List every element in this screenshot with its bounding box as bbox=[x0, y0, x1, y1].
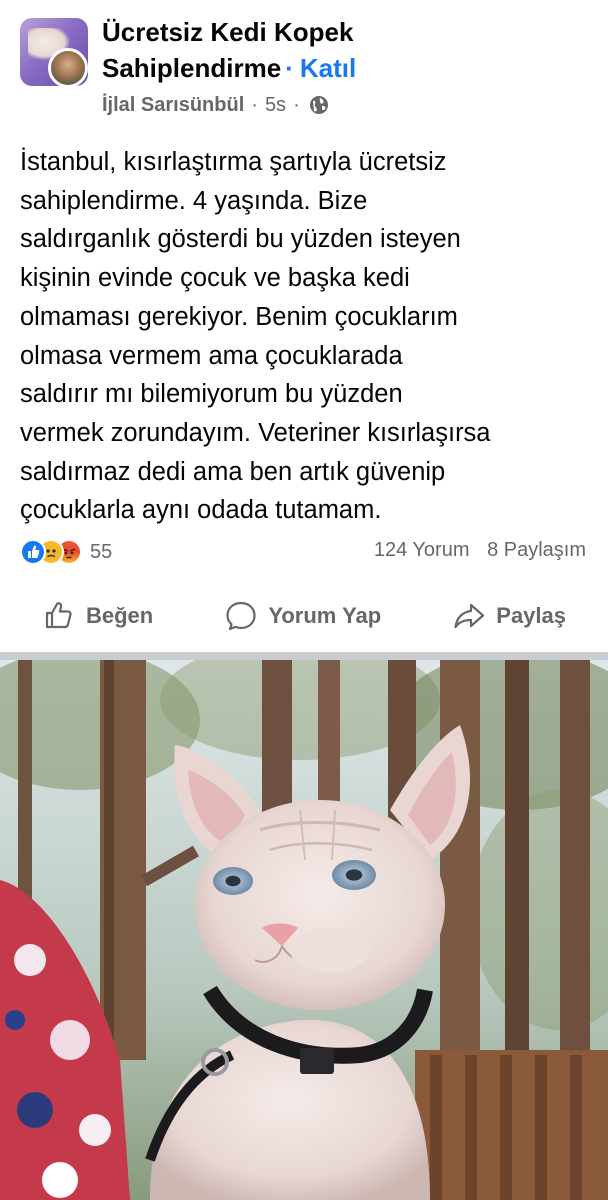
author-name[interactable]: İjlal Sarısünbül bbox=[102, 92, 244, 118]
join-group-button[interactable]: Katıl bbox=[300, 53, 356, 83]
comment-bubble-icon bbox=[226, 601, 256, 631]
like-reaction-icon bbox=[20, 539, 46, 565]
comment-count[interactable]: 124 Yorum bbox=[374, 539, 470, 561]
share-count[interactable]: 8 Paylaşım bbox=[487, 539, 586, 561]
section-divider bbox=[0, 652, 608, 660]
post-meta: İjlal Sarısünbül · 5s · bbox=[102, 92, 329, 118]
post-text-line: vermek zorundayım. Veteriner kısırlaşırs… bbox=[20, 418, 491, 447]
post-actions: Beğen Yorum Yap Paylaş bbox=[0, 592, 608, 640]
post-text-line: sahiplendirme. 4 yaşında. Bize bbox=[20, 186, 368, 215]
reaction-count[interactable]: 55 bbox=[90, 541, 112, 564]
author-avatar[interactable] bbox=[48, 48, 88, 88]
post-body: İstanbul, kısırlaştırma şartıyla ücretsi… bbox=[20, 143, 590, 530]
post-time[interactable]: 5s bbox=[265, 92, 286, 118]
thumbs-up-icon bbox=[45, 602, 72, 629]
comment-button-label: Yorum Yap bbox=[268, 603, 382, 628]
post-photo[interactable] bbox=[0, 660, 608, 1200]
group-name: Ücretsiz Kedi Kopek Sahiplendirme · Katıl bbox=[102, 14, 402, 86]
post-text-line: İstanbul, kısırlaştırma şartıyla ücretsi… bbox=[20, 148, 447, 176]
like-button[interactable]: Beğen bbox=[42, 592, 153, 640]
group-name-line2[interactable]: Sahiplendirme bbox=[102, 53, 281, 83]
sphynx-cat-photo bbox=[0, 660, 608, 1200]
group-name-line1[interactable]: Ücretsiz Kedi Kopek bbox=[102, 14, 402, 50]
post-text-line: kişinin evinde çocuk ve başka kedi bbox=[20, 264, 410, 293]
share-button[interactable]: Paylaş bbox=[452, 592, 566, 640]
post-text-line: saldırganlık gösterdi bu yüzden isteyen bbox=[20, 225, 461, 254]
post-stats: 55 124 Yorum 8 Paylaşım bbox=[0, 532, 608, 572]
share-arrow-icon bbox=[454, 603, 485, 629]
post-text-line: çocuklarla aynı odada tutamam. bbox=[20, 496, 382, 525]
comment-button[interactable]: Yorum Yap bbox=[224, 592, 381, 640]
post-text-line: olmasa vermem ama çocuklarada bbox=[20, 341, 403, 370]
meta-separator: · bbox=[293, 94, 300, 116]
share-button-label: Paylaş bbox=[496, 603, 566, 628]
post-text-line: olmaması gerekiyor. Benim çocuklarım bbox=[20, 302, 458, 331]
post-header: Ücretsiz Kedi Kopek Sahiplendirme · Katıl … bbox=[0, 0, 608, 130]
engagement-counts: 124 Yorum 8 Paylaşım bbox=[374, 539, 586, 562]
like-button-label: Beğen bbox=[86, 603, 154, 628]
globe-icon[interactable] bbox=[309, 95, 329, 115]
post-text-line: saldırmaz dedi ama ben artık güvenip bbox=[20, 457, 446, 486]
meta-separator: · bbox=[251, 94, 258, 116]
post-text-line: saldırır mı bilemiyorum bu yüzden bbox=[20, 380, 403, 409]
join-separator: · bbox=[285, 53, 294, 83]
reactions-summary[interactable]: 55 bbox=[20, 539, 112, 565]
